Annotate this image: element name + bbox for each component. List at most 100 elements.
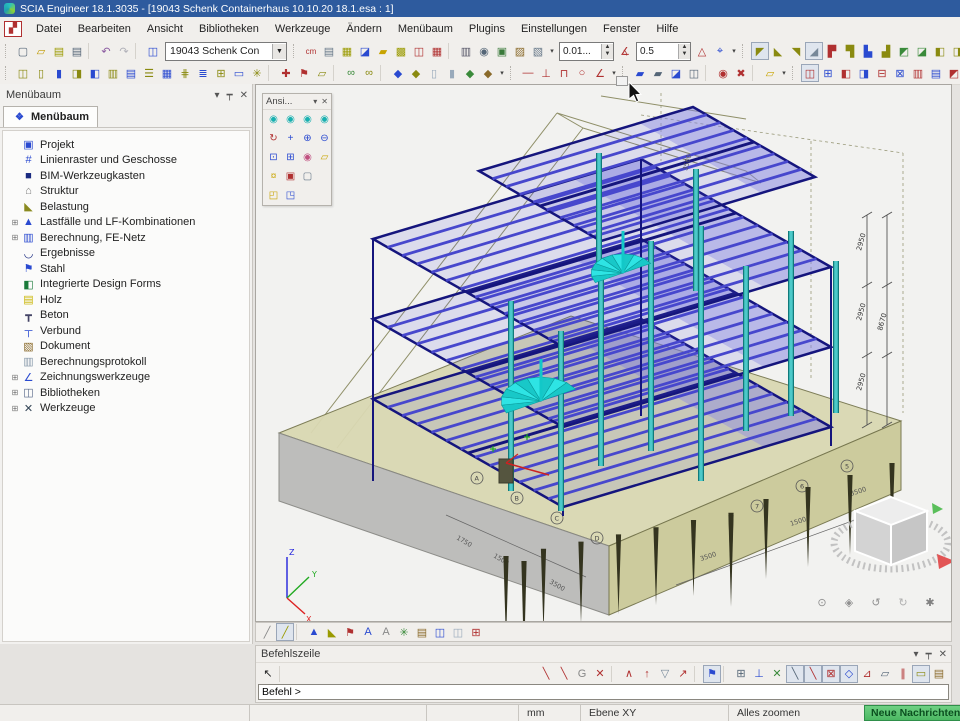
dropdown-arrow-icon[interactable]: ▾	[729, 43, 739, 59]
zoom-out-icon[interactable]: ⊖	[316, 130, 333, 147]
snap-green-icon[interactable]: ✕	[768, 665, 786, 683]
surface-label-icon[interactable]: ◣	[323, 623, 341, 641]
tab-menubaum[interactable]: ❖ Menübaum	[3, 106, 98, 127]
cabinet-icon[interactable]: ▤	[930, 665, 948, 683]
menu-item-fenster[interactable]: Fenster	[595, 17, 648, 40]
chevron-down-icon[interactable]: ▾	[313, 97, 317, 106]
pin-icon[interactable]: ┯	[227, 90, 233, 101]
close-icon[interactable]: ✕	[939, 649, 947, 660]
load-label-icon[interactable]: ▭	[230, 64, 248, 82]
node-label-icon[interactable]: ☰	[140, 64, 158, 82]
support-surface-icon[interactable]: ▟	[877, 42, 895, 60]
table-blue-icon[interactable]: ◫	[431, 623, 449, 641]
table-red-icon[interactable]: ⊞	[467, 623, 485, 641]
snap-triangle-icon[interactable]: ⊿	[858, 665, 876, 683]
section-display-icon[interactable]: ◧	[86, 64, 104, 82]
menu-item-ansicht[interactable]: Ansicht	[139, 17, 191, 40]
open-project-icon[interactable]: ▱	[32, 42, 50, 60]
point-label-icon[interactable]: ▲	[305, 623, 323, 641]
nav-settings-icon[interactable]: ✱	[921, 593, 939, 611]
dropdown-arrow-icon[interactable]: ▾	[609, 65, 619, 81]
activity-off-icon[interactable]: ◆	[407, 64, 425, 82]
3d-scene[interactable]: 175015003500350015003500ABCD765295029502…	[256, 85, 951, 621]
view-frame-icon[interactable]: ◫	[410, 42, 428, 60]
ruler-icon[interactable]: ▭	[912, 665, 930, 683]
selection-icon[interactable]: ◪	[356, 42, 374, 60]
document-icon[interactable]: ▧	[529, 42, 547, 60]
expand-icon[interactable]: ⊞	[9, 404, 21, 413]
view-x-icon[interactable]: ◉	[282, 111, 299, 128]
nav-roll-icon[interactable]: ↻	[894, 593, 912, 611]
haunch-icon[interactable]: ⊟	[873, 64, 891, 82]
support-fixed-icon[interactable]: ◤	[751, 42, 769, 60]
snap-intersection-icon[interactable]: ✕	[591, 665, 609, 683]
view-toolbar-palette[interactable]: Ansi... ▾ ✕ ◉◉◉◉ ↻+⊕⊖ ⊡⊞◉▱ ¤▣▢ ◰◳	[262, 93, 332, 206]
chevron-down-icon[interactable]: ▾	[215, 90, 220, 101]
pen-active-icon[interactable]: ╱	[276, 623, 294, 641]
redo-icon[interactable]: ↷	[115, 42, 133, 60]
axes-display-icon[interactable]: ⋕	[176, 64, 194, 82]
snap-surface-icon[interactable]: ▽	[656, 665, 674, 683]
shrink-members-icon[interactable]: ◨	[68, 64, 86, 82]
move-node-icon[interactable]: ⚑	[295, 64, 313, 82]
cross-section-icon[interactable]: ◧	[837, 64, 855, 82]
spinner-arrows[interactable]: ▲▼	[678, 44, 690, 59]
menu-item-werkzeuge[interactable]: Werkzeuge	[267, 17, 338, 40]
support-point-icon[interactable]: ▜	[841, 42, 859, 60]
tripod-icon[interactable]: △	[693, 42, 711, 60]
undo-icon[interactable]: ↶	[97, 42, 115, 60]
model-data-icon[interactable]: ✳	[248, 64, 266, 82]
table-gray-icon[interactable]: ◫	[449, 623, 467, 641]
paste-geometry-icon[interactable]: ▰	[649, 64, 667, 82]
snap-off-icon[interactable]: ⊠	[822, 665, 840, 683]
flag-icon[interactable]: ⚑	[341, 623, 359, 641]
tree-item-belastung[interactable]: ◣Belastung	[3, 199, 249, 215]
tree-item-bibliotheken[interactable]: ⊞◫Bibliotheken	[3, 385, 249, 401]
snap-node-icon[interactable]: ∧	[620, 665, 638, 683]
app-menu-icon[interactable]: ▞	[4, 21, 22, 37]
grid-display-icon[interactable]: ≣	[194, 64, 212, 82]
text-decrease-icon[interactable]: A	[377, 623, 395, 641]
grid-snap-icon[interactable]: ⊞	[732, 665, 750, 683]
tree-item-projekt[interactable]: ▣Projekt	[3, 137, 249, 153]
member-label-icon[interactable]: ▤	[122, 64, 140, 82]
palette-header[interactable]: Ansi... ▾ ✕	[263, 94, 331, 110]
visibility-folder-icon[interactable]: ▱	[316, 149, 333, 166]
scale-spinner[interactable]: 0.5 ▲▼	[636, 42, 691, 61]
tree-item-beton[interactable]: ┳Beton	[3, 308, 249, 324]
perpendicular-tool-icon[interactable]: ⊥	[537, 64, 555, 82]
tree-item-werkzeuge[interactable]: ⊞✕Werkzeuge	[3, 401, 249, 417]
display-icon[interactable]: ◫	[14, 64, 32, 82]
nav-orbit-icon[interactable]: ↺	[867, 593, 885, 611]
menu-item-bearbeiten[interactable]: Bearbeiten	[70, 17, 139, 40]
nav-zoom-icon[interactable]: ⊙	[813, 593, 831, 611]
line-tool-icon[interactable]: —	[519, 64, 537, 82]
layer-show-icon[interactable]: ▮	[443, 64, 461, 82]
close-icon[interactable]: ✕	[321, 97, 328, 106]
polyline-icon[interactable]: ▱	[313, 64, 331, 82]
view-y-icon[interactable]: ◉	[299, 111, 316, 128]
snap-point-icon[interactable]: ↑	[638, 665, 656, 683]
menu-item-bibliotheken[interactable]: Bibliotheken	[191, 17, 267, 40]
clipboard-icon[interactable]: ▰	[374, 42, 392, 60]
activity-select-icon[interactable]: ◆	[479, 64, 497, 82]
tree-item-zeichnungswerkzeuge[interactable]: ⊞∠Zeichnungswerkzeuge	[3, 370, 249, 386]
connect-nodes-icon[interactable]: ◫	[801, 64, 819, 82]
tree-item-dokument[interactable]: ▧Dokument	[3, 339, 249, 355]
circle-tool-icon[interactable]: ○	[573, 64, 591, 82]
view-z-icon[interactable]: ◉	[316, 111, 333, 128]
copy-geometry-icon[interactable]: ▰	[631, 64, 649, 82]
workspace-layout-icon[interactable]: ◫	[144, 42, 162, 60]
render-solid-icon[interactable]: ▣	[282, 168, 299, 185]
numbering-icon[interactable]: ▦	[158, 64, 176, 82]
render-wire-icon[interactable]: ▢	[299, 168, 316, 185]
clip-box-icon[interactable]: ◰	[265, 187, 282, 204]
command-input[interactable]	[258, 684, 949, 700]
ortho-icon[interactable]: ⊥	[750, 665, 768, 683]
rendering-icon[interactable]: ▯	[32, 64, 50, 82]
snap-axis-icon[interactable]: ∥	[894, 665, 912, 683]
mesh-settings-icon[interactable]: ▩	[392, 42, 410, 60]
support-node-icon[interactable]: ▙	[859, 42, 877, 60]
volume-display-icon[interactable]: ▥	[104, 64, 122, 82]
activity-invert-icon[interactable]: ◆	[461, 64, 479, 82]
